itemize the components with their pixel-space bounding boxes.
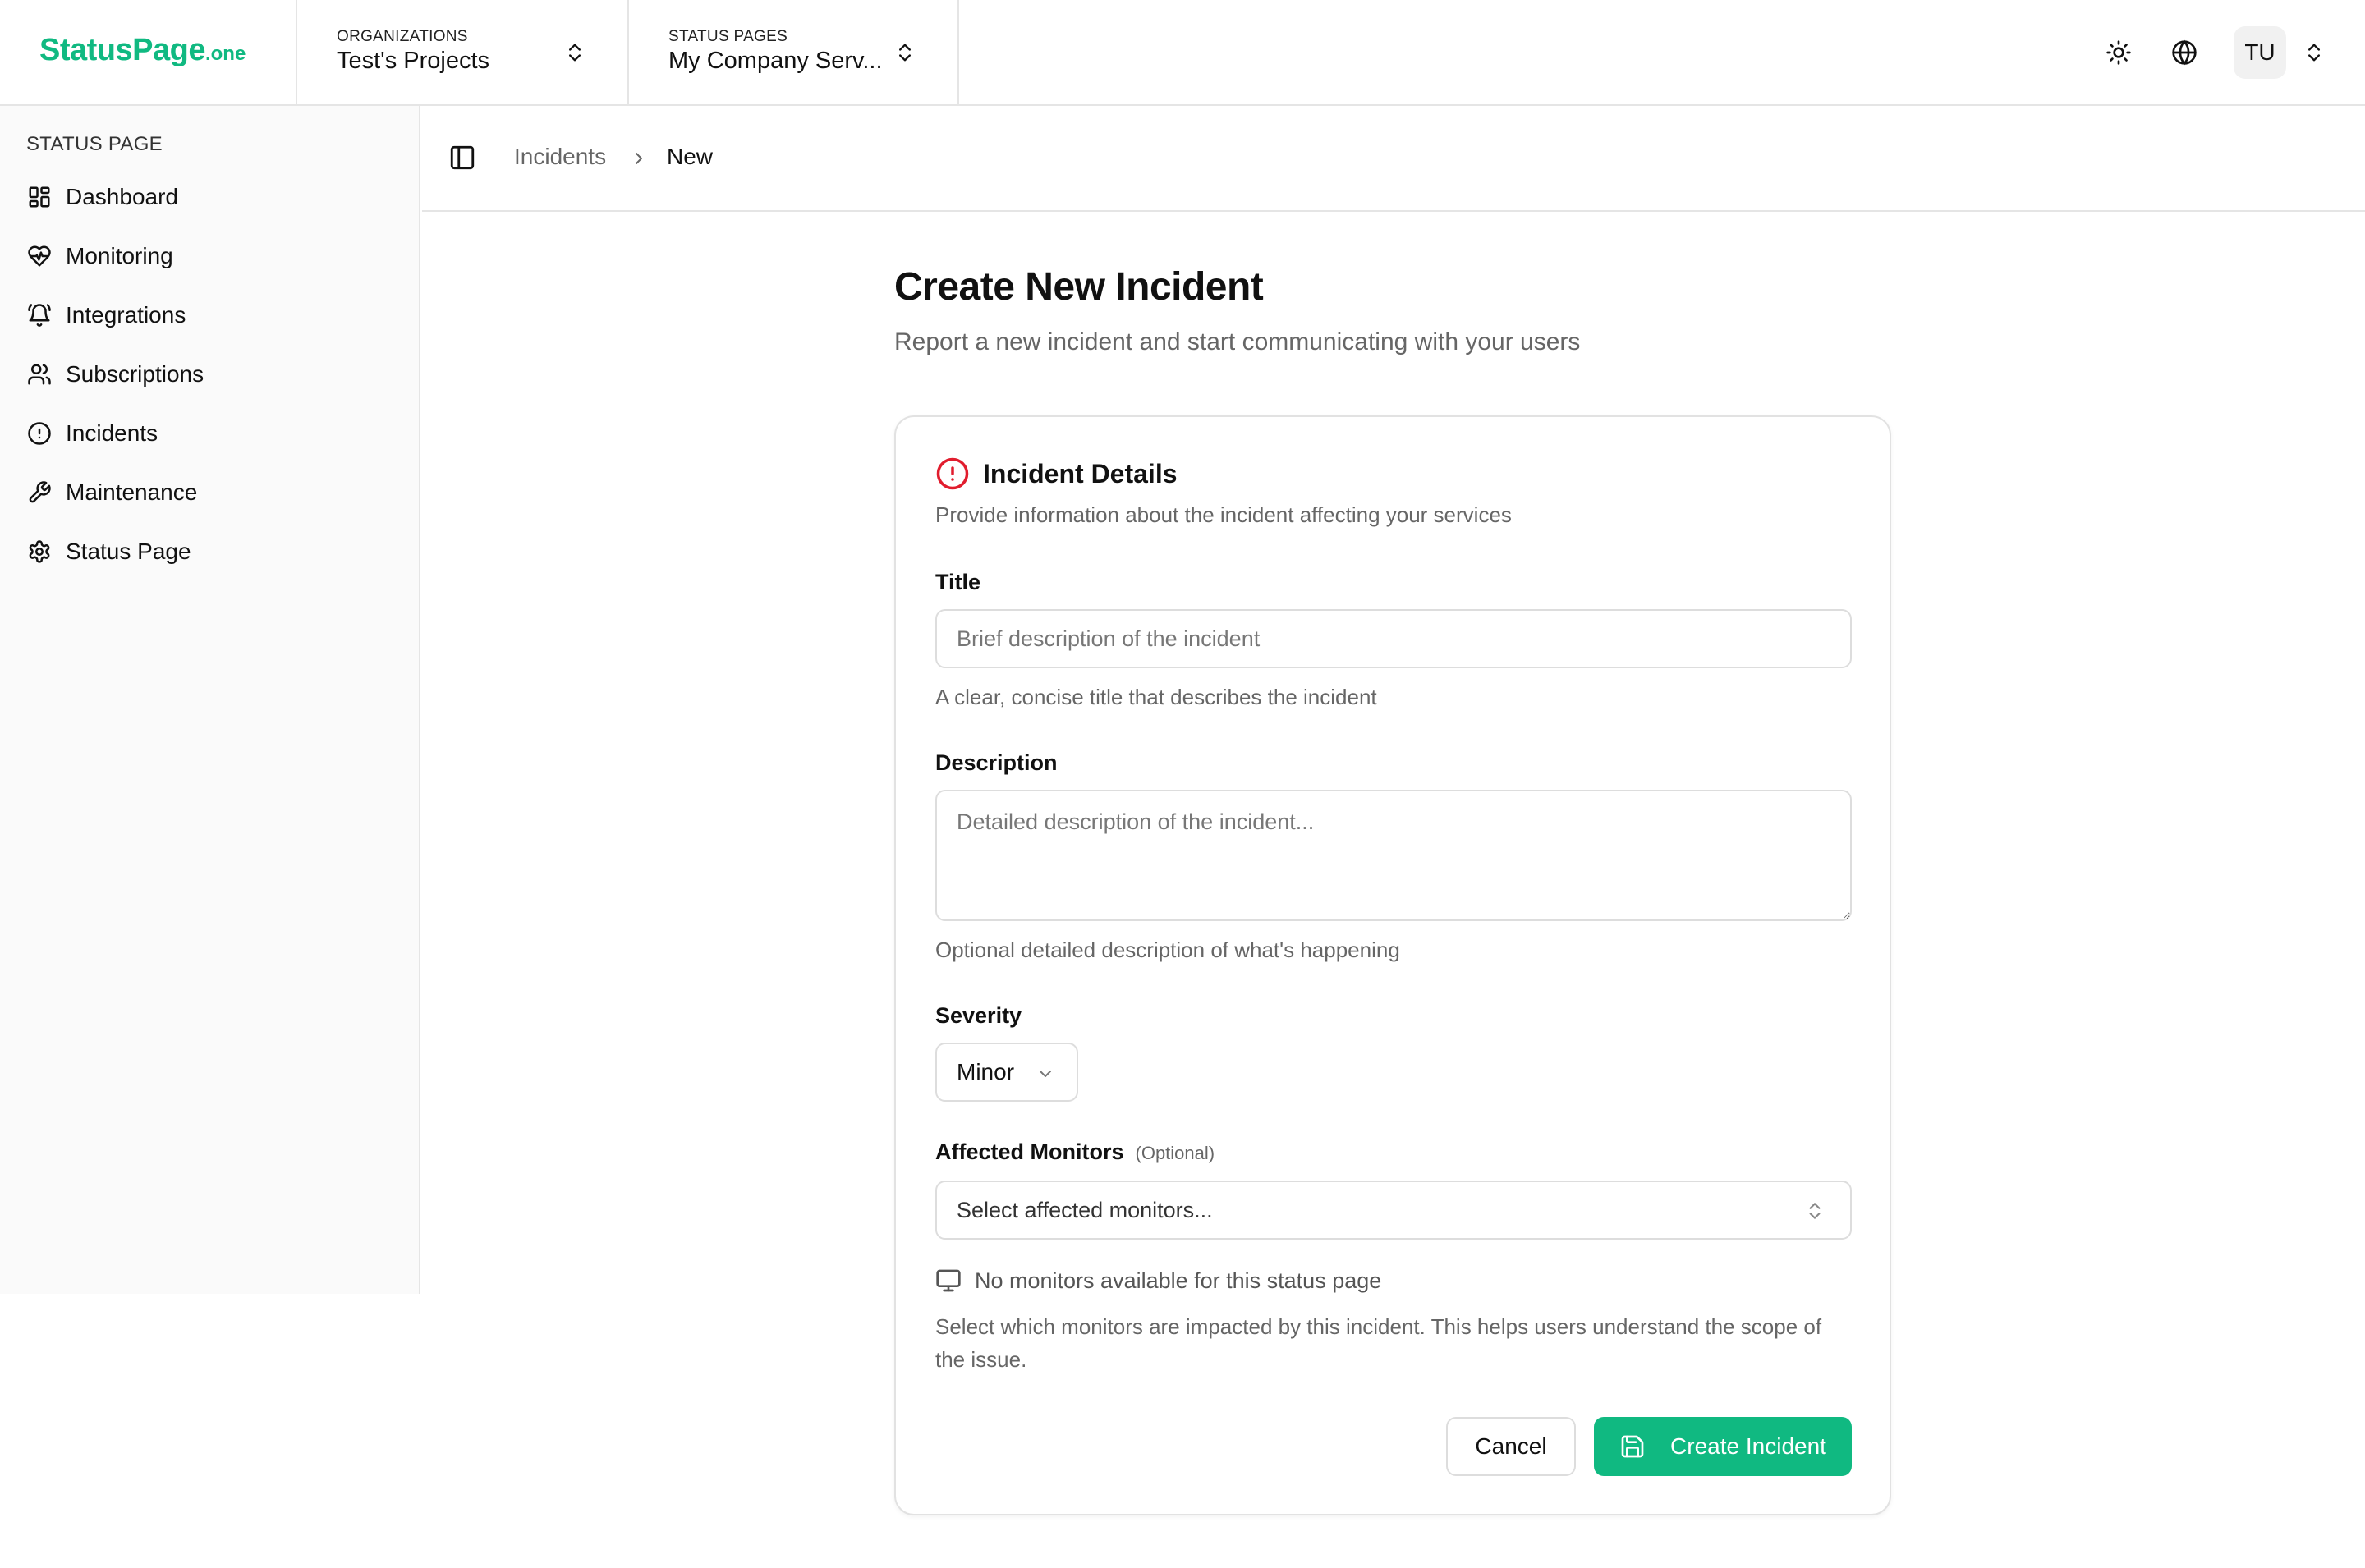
no-monitors-notice: No monitors available for this status pa… [935,1268,1381,1294]
sidebar-item-label: Dashboard [66,184,178,209]
sidebar-item-dashboard[interactable]: Dashboard [26,179,178,215]
sidebar-item-label: Subscriptions [66,361,204,387]
save-icon [1621,1435,1644,1458]
affected-monitors-label: Affected Monitors (Optional) [935,1139,1215,1165]
affected-monitors-label-text: Affected Monitors [935,1139,1124,1164]
card-title: Incident Details [983,458,1178,488]
sidebar-heading: STATUS PAGE [26,133,163,155]
sidebar-item-incidents[interactable]: Incidents [26,415,158,452]
description-textarea[interactable] [935,790,1852,921]
sidebar-item-label: Monitoring [66,243,173,268]
severity-select[interactable]: Minor [935,1043,1078,1102]
logo-text: StatusPage [39,33,205,67]
chevrons-up-down-icon[interactable] [2303,39,2326,66]
monitors-help: Select which monitors are impacted by th… [935,1314,1822,1372]
sidebar-item-subscriptions[interactable]: Subscriptions [26,356,204,392]
organization-switcher[interactable]: ORGANIZATIONS Test's Projects [296,0,629,104]
wrench-icon [26,479,53,506]
optional-tag: (Optional) [1135,1143,1215,1163]
dashboard-icon [26,184,53,210]
sidebar: STATUS PAGE Dashboard Monitoring Integra… [0,106,420,1294]
sidebar-item-integrations[interactable]: Integrations [26,297,186,333]
status-page-name: My Company Serv... [668,48,883,74]
users-icon [26,361,53,387]
sidebar-item-label: Status Page [66,539,191,564]
gear-icon [26,539,53,565]
heart-pulse-icon [26,243,53,269]
chevrons-up-down-icon [899,44,911,62]
organization-caption: ORGANIZATIONS [337,28,468,45]
title-input[interactable] [935,609,1852,668]
sidebar-item-label: Maintenance [66,479,198,505]
no-monitors-text: No monitors available for this status pa… [975,1268,1382,1293]
bell-icon [26,302,53,328]
description-label: Description [935,750,1058,775]
top-header: StatusPage .one ORGANIZATIONS Test's Pro… [0,0,2365,106]
cancel-button[interactable]: Cancel [1446,1417,1576,1476]
card-header: Incident Details [935,456,1178,491]
status-page-caption: STATUS PAGES [668,28,788,45]
breadcrumb-incidents-link[interactable]: Incidents [514,144,606,170]
status-page-switcher[interactable]: STATUS PAGES My Company Serv... [629,0,959,104]
sidebar-item-label: Integrations [66,302,186,328]
chevrons-up-down-icon [1809,1203,1821,1219]
sidebar-item-status-page[interactable]: Status Page [26,534,191,570]
logo[interactable]: StatusPage .one [39,33,246,74]
chevron-down-icon [1040,1071,1051,1077]
monitor-icon [936,1269,961,1292]
page-subtitle: Report a new incident and start communic… [894,328,1581,355]
sidebar-item-maintenance[interactable]: Maintenance [26,475,197,511]
monitors-combobox[interactable]: Select affected monitors... [935,1181,1852,1240]
create-incident-label: Create Incident [1670,1433,1826,1459]
sidebar-item-label: Incidents [66,420,158,446]
organization-name: Test's Projects [337,48,490,74]
sidebar-item-monitoring[interactable]: Monitoring [26,238,173,274]
title-hint: A clear, concise title that describes th… [935,685,1377,709]
page-title: Create New Incident [894,265,1264,309]
incident-details-card: Incident Details Provide information abo… [894,415,1891,1515]
title-label: Title [935,570,981,594]
alert-circle-icon [26,420,53,447]
sidebar-toggle-icon[interactable] [448,144,476,172]
logo-suffix: .one [204,43,246,65]
language-button[interactable] [2168,36,2201,69]
alert-circle-icon [936,457,969,490]
globe-icon [2172,39,2197,66]
card-description: Provide information about the incident a… [935,502,1512,527]
severity-label: Severity [935,1003,1022,1028]
sun-icon [2106,40,2131,65]
create-incident-button[interactable]: Create Incident [1594,1417,1852,1476]
chevrons-up-down-icon [569,44,581,62]
theme-toggle-button[interactable] [2102,36,2135,69]
breadcrumb-current: New [667,144,714,169]
user-avatar[interactable]: TU [2234,26,2286,79]
breadcrumb-bar: Incidents New [422,106,2365,212]
monitors-placeholder: Select affected monitors... [957,1197,1213,1222]
description-hint: Optional detailed description of what's … [935,938,1400,962]
severity-value: Minor [957,1059,1015,1084]
chevron-right-icon [636,153,642,164]
